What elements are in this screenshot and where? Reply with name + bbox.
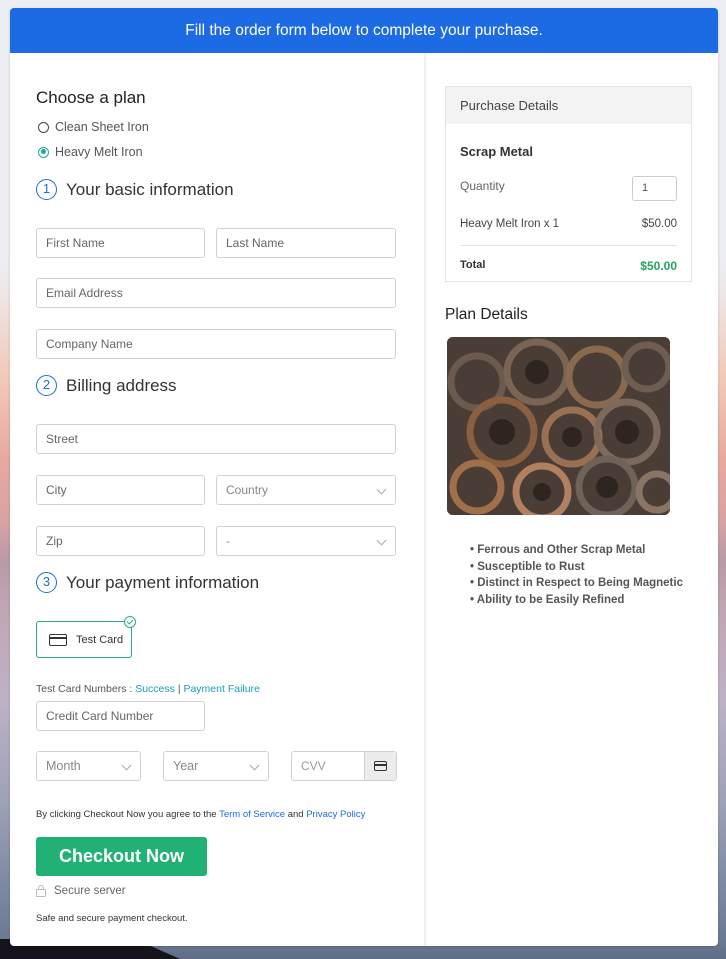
- plan-option-clean-sheet-iron[interactable]: Clean Sheet Iron: [38, 120, 149, 134]
- email-input[interactable]: Email Address: [36, 278, 396, 308]
- step-payment-information: 3 Your payment information: [36, 572, 259, 593]
- step-number-badge: 2: [36, 375, 57, 396]
- order-form-card: Fill the order form below to complete yo…: [10, 8, 718, 946]
- plan-feature: Distinct in Respect to Being Magnetic: [470, 575, 683, 592]
- step-number-badge: 1: [36, 179, 57, 200]
- month-select-value: Month: [46, 759, 81, 773]
- test-card-numbers: Test Card Numbers : Success | Payment Fa…: [36, 683, 260, 695]
- country-select-value: Country: [226, 483, 269, 497]
- chevron-down-icon: [121, 760, 132, 771]
- product-name: Scrap Metal: [460, 144, 533, 159]
- step-basic-information: 1 Your basic information: [36, 179, 234, 200]
- payment-failure-link[interactable]: Payment Failure: [183, 683, 259, 695]
- plan-features-list: Ferrous and Other Scrap Metal Susceptibl…: [470, 542, 683, 608]
- country-select[interactable]: Country: [216, 475, 396, 505]
- success-link[interactable]: Success: [135, 683, 175, 695]
- last-name-input[interactable]: Last Name: [216, 228, 396, 258]
- expiry-month-select[interactable]: Month: [36, 751, 141, 781]
- plan-details-heading: Plan Details: [445, 306, 528, 323]
- total-value: $50.00: [640, 259, 677, 273]
- plan-feature: Ability to be Easily Refined: [470, 592, 683, 609]
- agreement-text: By clicking Checkout Now you agree to th…: [36, 809, 217, 820]
- cvv-input[interactable]: CVV: [291, 751, 397, 781]
- purchase-details-box: Purchase Details Scrap Metal Quantity 1 …: [445, 86, 692, 282]
- state-select[interactable]: -: [216, 526, 396, 556]
- first-name-input[interactable]: First Name: [36, 228, 205, 258]
- step-billing-address: 2 Billing address: [36, 375, 177, 396]
- street-input[interactable]: Street: [36, 424, 396, 454]
- header-banner: Fill the order form below to complete yo…: [10, 8, 718, 53]
- purchase-details-heading: Purchase Details: [446, 87, 691, 124]
- scrap-metal-image: [447, 337, 670, 515]
- quantity-label: Quantity: [460, 179, 505, 193]
- line-item-name: Heavy Melt Iron x 1: [460, 218, 560, 230]
- state-select-value: -: [226, 534, 230, 548]
- zip-input[interactable]: Zip: [36, 526, 205, 556]
- plan-option-heavy-melt-iron[interactable]: Heavy Melt Iron: [38, 145, 143, 159]
- plan-feature: Susceptible to Rust: [470, 559, 683, 576]
- city-input[interactable]: City: [36, 475, 205, 505]
- terms-agreement: By clicking Checkout Now you agree to th…: [36, 809, 365, 820]
- checkmark-circle-icon: [124, 616, 136, 628]
- expiry-year-select[interactable]: Year: [163, 751, 269, 781]
- credit-card-icon: [49, 633, 67, 646]
- test-card-payment-option[interactable]: Test Card: [36, 616, 136, 658]
- line-item: Heavy Melt Iron x 1 $50.00: [460, 218, 677, 230]
- year-select-value: Year: [173, 759, 199, 773]
- total-row: Total $50.00: [460, 259, 677, 273]
- step-title: Your basic information: [66, 179, 234, 199]
- summary-divider: [460, 245, 677, 246]
- plan-option-label: Clean Sheet Iron: [55, 120, 149, 134]
- cvv-help-button[interactable]: [364, 752, 396, 780]
- safe-checkout-note: Safe and secure payment checkout.: [36, 913, 188, 924]
- step-number-badge: 3: [36, 572, 57, 593]
- checkout-now-button[interactable]: Checkout Now: [36, 837, 207, 876]
- chevron-down-icon: [376, 484, 387, 495]
- step-title: Billing address: [66, 375, 177, 395]
- separator: |: [177, 683, 181, 695]
- choose-plan-heading: Choose a plan: [36, 88, 146, 107]
- chevron-down-icon: [249, 760, 260, 771]
- radio-unselected-icon[interactable]: [38, 121, 49, 133]
- test-card-numbers-label: Test Card Numbers :: [36, 683, 133, 695]
- privacy-policy-link[interactable]: Privacy Policy: [306, 809, 365, 820]
- radio-selected-icon[interactable]: [38, 146, 49, 158]
- credit-card-icon: [374, 761, 387, 771]
- lock-icon: [36, 884, 46, 897]
- credit-card-number-input[interactable]: Credit Card Number: [36, 701, 205, 731]
- plan-feature: Ferrous and Other Scrap Metal: [470, 542, 683, 559]
- agreement-and: and: [287, 809, 304, 820]
- chevron-down-icon: [376, 535, 387, 546]
- cvv-placeholder: CVV: [301, 759, 326, 773]
- plan-option-label: Heavy Melt Iron: [55, 145, 143, 159]
- total-label: Total: [460, 259, 486, 271]
- line-item-price: $50.00: [641, 218, 677, 230]
- step-title: Your payment information: [66, 572, 260, 592]
- payment-method-label: Test Card: [76, 633, 124, 646]
- quantity-input[interactable]: 1: [632, 176, 677, 201]
- terms-of-service-link[interactable]: Term of Service: [219, 809, 285, 820]
- order-summary: Purchase Details Scrap Metal Quantity 1 …: [426, 53, 718, 946]
- company-name-input[interactable]: Company Name: [36, 329, 396, 359]
- secure-server-label: Secure server: [54, 885, 126, 897]
- secure-server-note: Secure server: [36, 884, 126, 897]
- order-form: Choose a plan Clean Sheet Iron Heavy Mel…: [10, 53, 424, 946]
